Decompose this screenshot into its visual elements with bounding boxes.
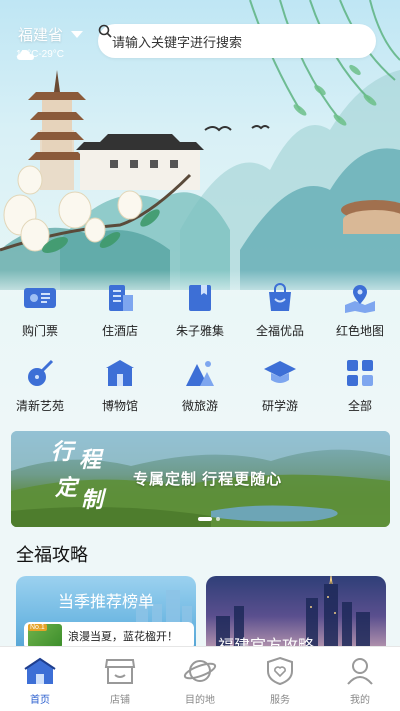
tab-store[interactable]: 店铺 bbox=[80, 647, 160, 711]
guide-card-seasonal[interactable]: 当季推荐榜单 No.1 浪漫当夏，蓝花楹开！ bbox=[16, 576, 196, 656]
service-hotel[interactable]: 住酒店 bbox=[80, 282, 160, 339]
service-micro-travel[interactable]: 微旅游 bbox=[160, 357, 240, 414]
tab-label: 店铺 bbox=[110, 695, 130, 706]
museum-icon bbox=[102, 357, 138, 389]
user-icon bbox=[343, 655, 377, 687]
service-label: 红色地图 bbox=[335, 324, 384, 338]
guide-card-official[interactable]: 福建官方攻略 bbox=[206, 576, 386, 656]
card-title: 当季推荐榜单 bbox=[57, 594, 154, 611]
service-label: 博物馆 bbox=[101, 399, 138, 413]
cloud-icon bbox=[17, 50, 34, 60]
grid-icon bbox=[342, 357, 378, 389]
calligraphy-char: 程 bbox=[79, 447, 102, 473]
service-products[interactable]: 全福优品 bbox=[240, 282, 320, 339]
carousel-indicator bbox=[198, 517, 220, 521]
tab-label: 目的地 bbox=[185, 695, 215, 706]
service-grid: 购门票 住酒店 朱子雅集 全福优品 红色地图 清新艺苑 博物馆 微旅游 研学游 … bbox=[0, 282, 400, 414]
store-icon bbox=[103, 655, 137, 687]
tab-home[interactable]: 首页 bbox=[0, 647, 80, 711]
calligraphy-char: 行 bbox=[51, 439, 74, 465]
service-label: 清新艺苑 bbox=[15, 399, 64, 413]
service-red-map[interactable]: 红色地图 bbox=[320, 282, 400, 339]
service-label: 朱子雅集 bbox=[175, 324, 224, 338]
caret-down-icon bbox=[71, 31, 84, 38]
ticket-icon bbox=[22, 282, 58, 314]
service-label: 购门票 bbox=[21, 324, 58, 338]
hero-illustration: 福建省 17°C-29°C 请输入关键字进行搜索 bbox=[0, 0, 400, 290]
service-study-tour[interactable]: 研学游 bbox=[240, 357, 320, 414]
hotel-icon bbox=[102, 282, 138, 314]
service-arts[interactable]: 清新艺苑 bbox=[0, 357, 80, 414]
province-selector[interactable]: 福建省 bbox=[18, 24, 84, 45]
highlight-text: 浪漫当夏，蓝花楹开！ bbox=[68, 631, 178, 643]
tab-service[interactable]: 服务 bbox=[240, 647, 320, 711]
service-museum[interactable]: 博物馆 bbox=[80, 357, 160, 414]
service-all[interactable]: 全部 bbox=[320, 357, 400, 414]
search-icon bbox=[98, 24, 112, 38]
lute-icon bbox=[22, 357, 58, 389]
map-pin-icon bbox=[342, 282, 378, 314]
search-placeholder: 请输入关键字进行搜索 bbox=[112, 34, 243, 50]
shopping-bag-icon bbox=[262, 282, 298, 314]
book-icon bbox=[182, 282, 218, 314]
service-tickets[interactable]: 购门票 bbox=[0, 282, 80, 339]
service-zhuzi[interactable]: 朱子雅集 bbox=[160, 282, 240, 339]
graduation-cap-icon bbox=[262, 357, 298, 389]
tab-label: 我的 bbox=[350, 695, 370, 706]
bottom-tab-bar: 首页 店铺 目的地 服务 我的 bbox=[0, 646, 400, 711]
banner-calligraphy: 行 程 定 制 bbox=[51, 441, 121, 519]
service-label: 住酒店 bbox=[101, 324, 138, 338]
highlight-thumbnail: No.1 bbox=[28, 624, 62, 648]
search-bar[interactable]: 请输入关键字进行搜索 bbox=[98, 24, 376, 58]
tab-profile[interactable]: 我的 bbox=[320, 647, 400, 711]
rank-badge: No.1 bbox=[28, 624, 47, 631]
banner-slogan: 专属定制 行程更随心 bbox=[133, 471, 283, 488]
calligraphy-char: 定 bbox=[55, 475, 78, 501]
carousel-dot[interactable] bbox=[216, 517, 220, 521]
service-label: 全部 bbox=[347, 399, 372, 413]
tab-destination[interactable]: 目的地 bbox=[160, 647, 240, 711]
service-label: 微旅游 bbox=[181, 399, 218, 413]
shield-heart-icon bbox=[263, 655, 297, 687]
section-title: 全福攻略 bbox=[16, 545, 88, 565]
tab-label: 服务 bbox=[270, 695, 290, 706]
tab-label: 首页 bbox=[30, 695, 50, 706]
home-icon bbox=[23, 655, 57, 687]
carousel-dot-active[interactable] bbox=[198, 517, 212, 521]
calligraphy-char: 制 bbox=[81, 487, 104, 513]
service-label: 研学游 bbox=[261, 399, 298, 413]
planet-icon bbox=[183, 655, 217, 687]
mountain-icon bbox=[182, 357, 218, 389]
promo-banner[interactable]: 行 程 定 制 专属定制 行程更随心 bbox=[11, 431, 390, 527]
service-label: 全福优品 bbox=[255, 324, 304, 338]
province-label: 福建省 bbox=[18, 27, 64, 44]
weather-widget: 17°C-29°C bbox=[16, 49, 64, 60]
